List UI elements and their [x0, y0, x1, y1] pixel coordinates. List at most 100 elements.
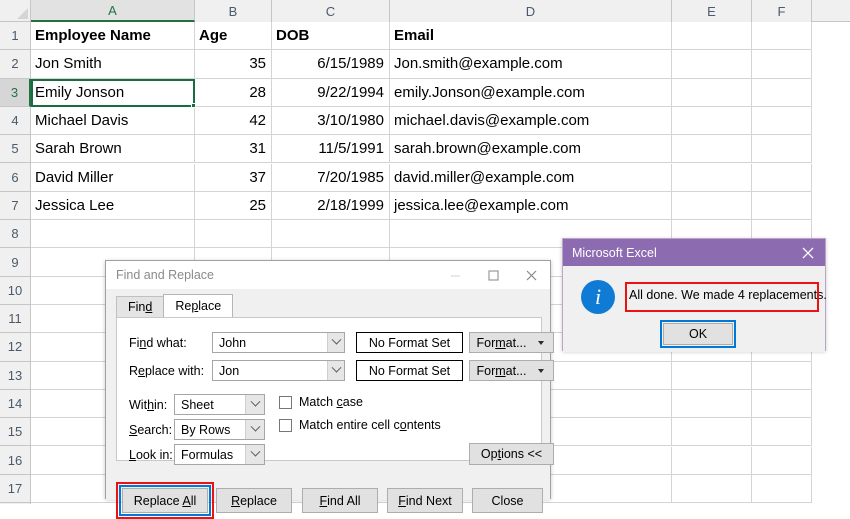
grid-cell[interactable]: david.miller@example.com	[390, 163, 672, 192]
grid-cell[interactable]: Employee Name	[31, 22, 195, 51]
grid-cell[interactable]: 25	[195, 191, 272, 221]
column-header-d[interactable]: D	[390, 0, 672, 22]
tab-find[interactable]: Find	[116, 296, 165, 317]
grid-cell[interactable]: 37	[195, 163, 272, 192]
replace-with-input[interactable]: Jon	[212, 360, 345, 381]
grid-cell[interactable]: 11/5/1991	[272, 135, 390, 164]
grid-cell[interactable]: 3/10/1980	[272, 106, 390, 136]
row-header-15[interactable]: 15	[0, 418, 31, 447]
grid-cell[interactable]: Michael Davis	[31, 106, 195, 136]
replace-all-button[interactable]: Replace All	[122, 488, 208, 513]
grid-cell[interactable]: 31	[195, 135, 272, 164]
row-header-6[interactable]: 6	[0, 163, 31, 192]
grid-cell[interactable]	[752, 22, 812, 51]
within-dropdown-icon[interactable]	[245, 395, 264, 414]
search-dropdown-icon[interactable]	[245, 420, 264, 439]
row-header-13[interactable]: 13	[0, 361, 31, 390]
grid-cell[interactable]: Age	[195, 22, 272, 51]
grid-cell[interactable]	[752, 361, 812, 390]
grid-cell[interactable]	[672, 389, 752, 419]
grid-cell[interactable]	[752, 418, 812, 447]
grid-cell[interactable]: Sarah Brown	[31, 135, 195, 164]
column-header-c[interactable]: C	[272, 0, 390, 22]
column-header-f[interactable]: F	[752, 0, 812, 22]
grid-cell[interactable]	[752, 389, 812, 419]
grid-cell[interactable]: 7/20/1985	[272, 163, 390, 192]
grid-cell[interactable]	[672, 78, 752, 107]
row-header-1[interactable]: 1	[0, 22, 31, 51]
row-header-9[interactable]: 9	[0, 248, 31, 277]
search-select[interactable]: By Rows	[174, 419, 265, 440]
ok-button[interactable]: OK	[663, 323, 733, 345]
grid-cell[interactable]	[672, 446, 752, 475]
row-header-17[interactable]: 17	[0, 474, 31, 504]
row-header-4[interactable]: 4	[0, 106, 31, 136]
replace-with-dropdown-icon[interactable]	[327, 361, 344, 380]
maximize-icon[interactable]	[474, 261, 512, 289]
within-select[interactable]: Sheet	[174, 394, 265, 415]
column-header-e[interactable]: E	[672, 0, 752, 22]
grid-cell[interactable]	[752, 163, 812, 192]
grid-cell[interactable]	[672, 191, 752, 221]
grid-cell[interactable]	[672, 361, 752, 390]
find-what-input[interactable]: John	[212, 332, 345, 353]
grid-cell[interactable]	[672, 474, 752, 504]
grid-cell[interactable]	[752, 106, 812, 136]
grid-cell[interactable]	[672, 22, 752, 51]
row-header-16[interactable]: 16	[0, 446, 31, 475]
find-and-replace-dialog[interactable]: Find and Replace Find Replace Find what:…	[105, 260, 554, 519]
row-header-5[interactable]: 5	[0, 135, 31, 164]
grid-cell[interactable]: emily.Jonson@example.com	[390, 78, 672, 107]
find-all-button[interactable]: Find All	[302, 488, 378, 513]
grid-cell[interactable]: michael.davis@example.com	[390, 106, 672, 136]
minimize-icon[interactable]	[436, 261, 474, 289]
grid-cell[interactable]: Jon.smith@example.com	[390, 50, 672, 79]
grid-cell[interactable]: jessica.lee@example.com	[390, 191, 672, 221]
grid-cell[interactable]	[752, 474, 812, 504]
grid-cell[interactable]: 6/15/1989	[272, 50, 390, 79]
row-header-2[interactable]: 2	[0, 50, 31, 79]
row-header-10[interactable]: 10	[0, 276, 31, 305]
grid-cell[interactable]	[672, 163, 752, 192]
grid-cell[interactable]	[195, 220, 272, 249]
find-what-dropdown-icon[interactable]	[327, 333, 344, 352]
close-icon[interactable]	[791, 239, 825, 266]
close-button[interactable]: Close	[472, 488, 543, 513]
match-entire-cell-checkbox[interactable]: Match entire cell contents	[279, 418, 441, 432]
find-next-button[interactable]: Find Next	[387, 488, 463, 513]
row-header-11[interactable]: 11	[0, 305, 31, 334]
grid-cell[interactable]: 9/22/1994	[272, 78, 390, 107]
tab-replace[interactable]: Replace	[163, 294, 234, 317]
grid-cell[interactable]	[672, 135, 752, 164]
grid-cell[interactable]	[672, 106, 752, 136]
messagebox-titlebar[interactable]: Microsoft Excel	[563, 239, 825, 266]
grid-cell[interactable]: Jon Smith	[31, 50, 195, 79]
row-header-3[interactable]: 3	[0, 78, 31, 107]
grid-cell[interactable]: 35	[195, 50, 272, 79]
replace-button[interactable]: Replace	[216, 488, 292, 513]
row-header-8[interactable]: 8	[0, 220, 31, 249]
grid-cell[interactable]	[752, 78, 812, 107]
row-header-7[interactable]: 7	[0, 191, 31, 221]
grid-cell[interactable]	[752, 446, 812, 475]
row-header-14[interactable]: 14	[0, 389, 31, 419]
grid-cell[interactable]	[272, 220, 390, 249]
close-icon[interactable]	[512, 261, 550, 289]
grid-cell[interactable]	[752, 191, 812, 221]
grid-cell[interactable]: sarah.brown@example.com	[390, 135, 672, 164]
dialog-tabs[interactable]: Find Replace	[116, 294, 234, 317]
grid-cell[interactable]: David Miller	[31, 163, 195, 192]
options-button[interactable]: Options <<	[469, 443, 554, 465]
grid-cell[interactable]	[672, 50, 752, 79]
replace-format-button[interactable]: Format...	[469, 360, 554, 381]
column-header-a[interactable]: A	[31, 0, 195, 22]
grid-cell[interactable]: 42	[195, 106, 272, 136]
grid-cell[interactable]: Emily Jonson	[31, 78, 195, 107]
fill-handle[interactable]	[191, 102, 196, 108]
grid-cell[interactable]	[752, 50, 812, 79]
grid-cell[interactable]: Jessica Lee	[31, 191, 195, 221]
grid-cell[interactable]: 28	[195, 78, 272, 107]
grid-cell[interactable]: Email	[390, 22, 672, 51]
grid-cell[interactable]: 2/18/1999	[272, 191, 390, 221]
column-header-b[interactable]: B	[195, 0, 272, 22]
